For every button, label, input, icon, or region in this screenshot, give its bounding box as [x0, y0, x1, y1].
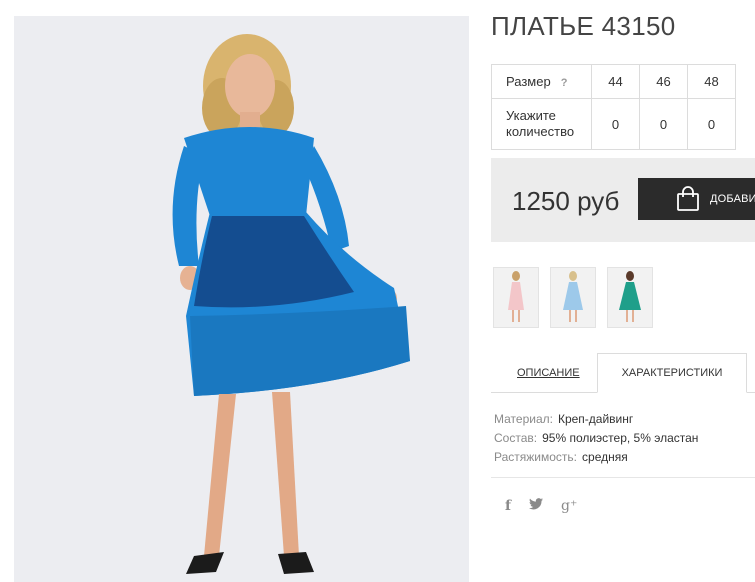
spec-label: Материал: [494, 412, 553, 426]
price-box: 1250 руб ДОБАВИТЬ [491, 158, 755, 242]
quantity-input-48[interactable]: 0 [687, 98, 736, 150]
light-blue-dress-thumbnail[interactable] [550, 267, 596, 328]
size-table: Размер? 44 46 48 Укажите количество 0 0 … [491, 64, 736, 150]
size-label-cell: Размер? [491, 64, 592, 99]
spec-row: Растяжимость: средняя [494, 448, 698, 467]
thumbnail-list [493, 267, 653, 328]
specs-list: Материал: Креп-дайвинг Состав: 95% полиэст… [494, 410, 698, 467]
google-plus-icon[interactable]: g⁺ [561, 498, 577, 514]
pink-dress-thumbnail[interactable] [493, 267, 539, 328]
social-share: f g⁺ [505, 498, 577, 514]
quantity-label: Укажите количество [491, 98, 592, 150]
spec-label: Состав: [494, 431, 538, 445]
quantity-input-46[interactable]: 0 [639, 98, 688, 150]
spec-value: средняя [582, 450, 628, 464]
spec-row: Состав: 95% полиэстер, 5% эластан [494, 429, 698, 448]
product-title: ПЛАТЬЕ 43150 [491, 11, 676, 41]
add-to-cart-label: ДОБАВИТЬ [710, 193, 755, 205]
spec-label: Растяжимость: [494, 450, 578, 464]
price: 1250 руб [512, 186, 620, 216]
divider [491, 477, 755, 478]
quantity-input-44[interactable]: 0 [591, 98, 640, 150]
product-tabs: ОПИСАНИЕ ХАРАКТЕРИСТИКИ [491, 353, 755, 393]
teal-dress-thumbnail[interactable] [607, 267, 653, 328]
spec-value: 95% полиэстер, 5% эластан [542, 431, 699, 445]
product-photo[interactable] [14, 16, 469, 582]
add-to-cart-button[interactable]: ДОБАВИТЬ [638, 178, 755, 220]
spec-value: Креп-дайвинг [557, 412, 634, 426]
twitter-icon[interactable] [529, 498, 544, 514]
tab-description[interactable]: ОПИСАНИЕ [517, 367, 580, 379]
shopping-bag-icon [676, 186, 700, 212]
size-46: 46 [639, 64, 688, 99]
size-label: Размер [506, 74, 551, 89]
spec-row: Материал: Креп-дайвинг [494, 410, 698, 429]
facebook-icon[interactable]: f [505, 498, 511, 514]
tab-characteristics[interactable]: ХАРАКТЕРИСТИКИ [597, 353, 747, 393]
size-help-icon[interactable]: ? [561, 77, 568, 89]
size-44: 44 [591, 64, 640, 99]
size-48: 48 [687, 64, 736, 99]
